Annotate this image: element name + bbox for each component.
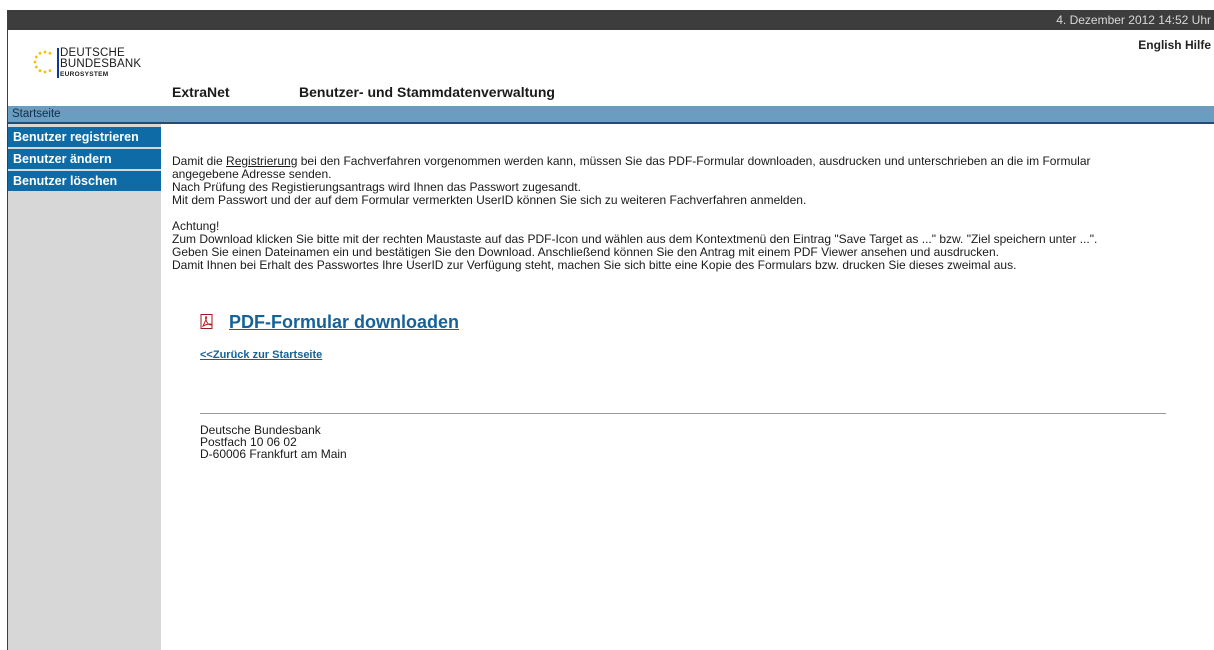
registrierung-link[interactable]: Registrierung [226, 154, 297, 168]
sidebar: Benutzer registrieren Benutzer ändern Be… [8, 124, 161, 650]
logo-bar [57, 48, 59, 78]
help-link[interactable]: Hilfe [1185, 38, 1211, 52]
datetime: 4. Dezember 2012 14:52 Uhr [1056, 13, 1211, 27]
top-status-bar: 4. Dezember 2012 14:52 Uhr [8, 10, 1214, 30]
address-line-3: D-60006 Frankfurt am Main [200, 447, 347, 461]
warning-line-3: Damit Ihnen bei Erhalt des Passwortes Ih… [172, 258, 1017, 272]
intro-text-post: bei den Fachverfahren vorgenommen werden… [297, 154, 1091, 168]
english-link[interactable]: English [1138, 38, 1181, 52]
back-to-home-link[interactable]: <<Zurück zur Startseite [200, 349, 322, 361]
app-name: ExtraNet [172, 84, 230, 100]
page-title: Benutzer- und Stammdatenverwaltung [299, 84, 555, 100]
intro-text-pre: Damit die [172, 154, 227, 168]
bundesbank-logo[interactable]: DEUTSCHE BUNDESBANK EUROSYSTEM [32, 46, 152, 88]
sidebar-item-benutzer-aendern[interactable]: Benutzer ändern [8, 149, 161, 169]
intro-line-4: Mit dem Passwort und der auf dem Formula… [172, 193, 807, 207]
sidebar-item-benutzer-loeschen[interactable]: Benutzer löschen [8, 171, 161, 191]
divider [200, 413, 1166, 414]
sidebar-item-benutzer-registrieren[interactable]: Benutzer registrieren [8, 127, 161, 147]
breadcrumb-startseite[interactable]: Startseite [12, 108, 61, 120]
logo-text-bundesbank: BUNDESBANK [60, 58, 142, 70]
logo-text-eurosystem: EUROSYSTEM [60, 71, 109, 78]
top-links: English Hilfe [1138, 38, 1211, 52]
header: English Hilfe DEUTSCHE BUNDESBANK EUROSY… [8, 30, 1214, 104]
pdf-icon[interactable] [200, 314, 214, 330]
pdf-download-link[interactable]: PDF-Formular downloaden [229, 312, 459, 333]
main-content: Damit die Registrierung bei den Fachverf… [172, 155, 1172, 272]
euro-stars-icon [33, 50, 52, 74]
sidebar-nav: Benutzer registrieren Benutzer ändern Be… [8, 127, 161, 193]
footer-address: Deutsche Bundesbank Postfach 10 06 02 D-… [200, 424, 347, 460]
breadcrumb: Startseite [8, 106, 1214, 124]
